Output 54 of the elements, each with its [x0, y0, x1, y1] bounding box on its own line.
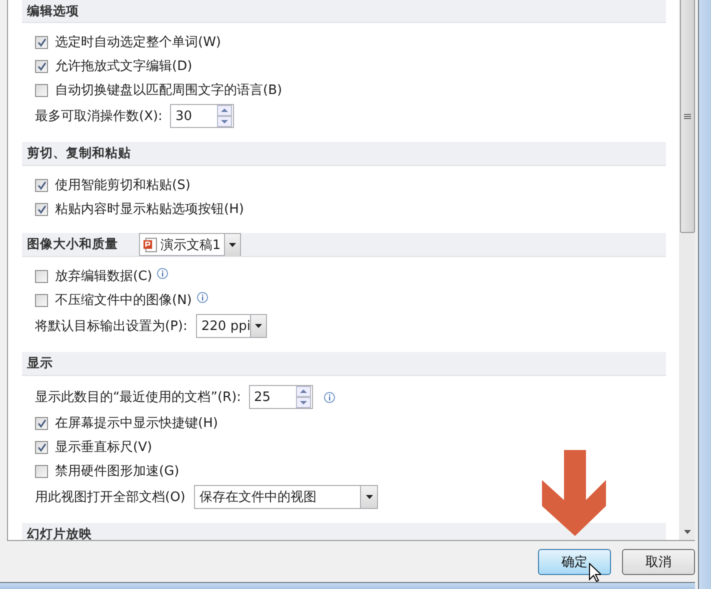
checkbox[interactable]: [35, 84, 48, 96]
checkbox-label: 粘贴内容时显示粘贴选项按钮(H): [55, 201, 244, 218]
mouse-pointer-icon: [589, 563, 601, 582]
presentation-file-icon: [143, 236, 158, 252]
checkbox-label: 不压缩文件中的图像(N): [55, 292, 192, 309]
field-label: 显示此数目的“最近使用的文档”(R):: [35, 389, 242, 406]
checkmark-icon: [36, 204, 46, 214]
dropdown-arrow-icon: [366, 495, 373, 499]
checkbox[interactable]: [35, 440, 48, 454]
section-title: 图像大小和质量: [27, 236, 118, 253]
checkbox[interactable]: [35, 60, 48, 72]
checkbox[interactable]: [35, 36, 48, 48]
dropdown[interactable]: 保存在文件中的视图: [194, 485, 378, 509]
section-title: 幻灯片放映: [27, 526, 92, 540]
number-field[interactable]: 25: [249, 385, 314, 409]
checkbox-label: 显示垂直标尺(V): [55, 439, 152, 456]
spin-down-icon: [296, 397, 312, 408]
spin-up-icon: [217, 105, 232, 116]
checkbox-label: 在屏幕提示中显示快捷键(H): [55, 415, 218, 432]
dropdown-arrow-icon: [255, 324, 262, 328]
checkmark-icon: [36, 62, 46, 70]
checkbox[interactable]: [35, 178, 48, 192]
checkbox[interactable]: [35, 416, 48, 430]
checkbox-label: 放弃编辑数据(C): [55, 268, 152, 285]
section-title: 显示: [27, 355, 53, 372]
checkbox-label: 禁用硬件图形加速(G): [55, 463, 180, 480]
field-label: 最多可取消操作数(X):: [35, 108, 162, 125]
dropdown[interactable]: 220 ppi: [196, 314, 268, 338]
dropdown-arrow-icon: [228, 242, 236, 246]
checkmark-icon: [36, 180, 46, 190]
section-title: 编辑选项: [27, 2, 79, 20]
field-label: 将默认目标输出设置为(P):: [35, 318, 188, 335]
checkmark-icon: [36, 38, 46, 46]
checkbox-label: 自动切换键盘以匹配周围文字的语言(B): [55, 82, 282, 99]
checkbox[interactable]: [35, 464, 48, 478]
scrollbar[interactable]: [679, 0, 695, 541]
ok-button[interactable]: 确定: [538, 549, 611, 575]
checkmark-icon: [36, 418, 46, 428]
section-title: 剪切、复制和粘贴: [27, 145, 131, 162]
scroll-down-icon[interactable]: [684, 530, 690, 534]
scrollbar-thumb[interactable]: [680, 0, 694, 233]
checkbox[interactable]: [35, 294, 48, 306]
spin-down-icon: [217, 116, 232, 127]
number-field[interactable]: 30: [170, 104, 234, 128]
checkbox-label: 使用智能剪切和粘贴(S): [55, 177, 190, 194]
field-label: 用此视图打开全部文档(O): [35, 489, 186, 506]
checkbox[interactable]: [35, 270, 48, 282]
spin-up-icon: [296, 386, 312, 397]
checkbox-label: 允许拖放式文字编辑(D): [55, 58, 192, 75]
checkbox[interactable]: [35, 202, 48, 216]
checkbox-label: 选定时自动选定整个单词(W): [55, 34, 221, 51]
document-dropdown[interactable]: 演示文稿1: [139, 233, 241, 256]
checkmark-icon: [36, 442, 46, 452]
cancel-button[interactable]: 取消: [622, 549, 695, 575]
